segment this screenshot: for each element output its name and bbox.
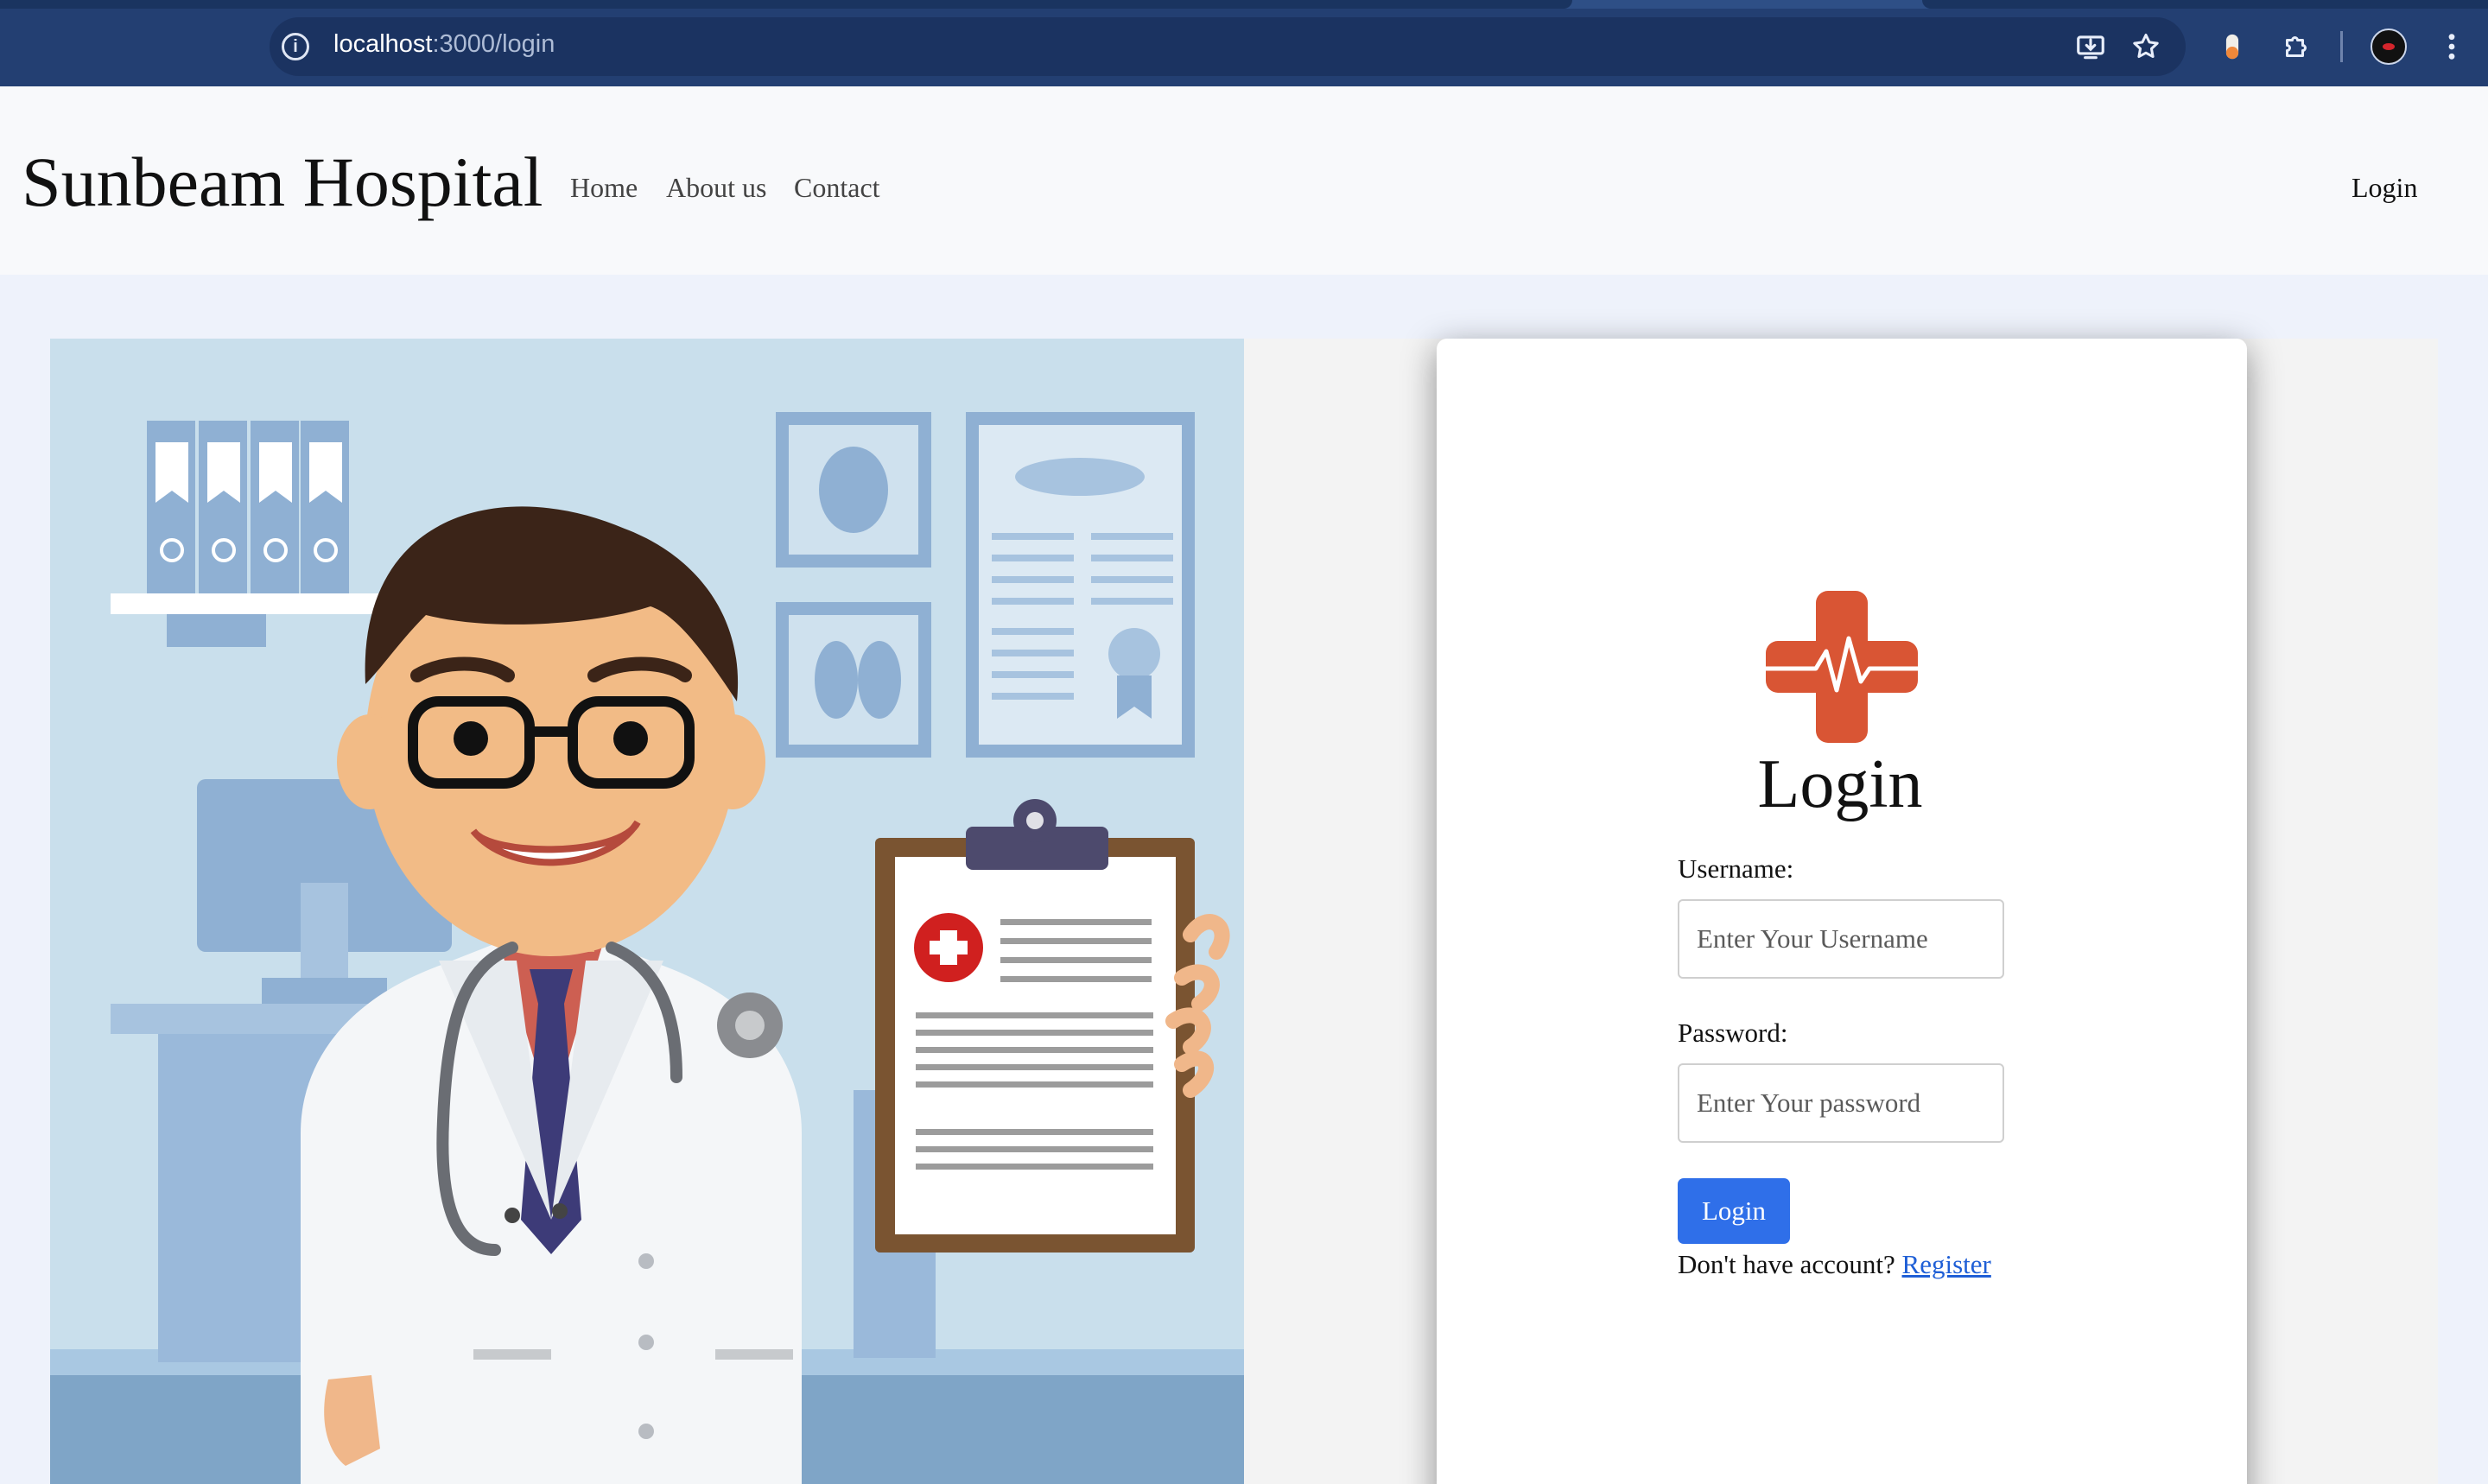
browser-tab[interactable] — [1922, 0, 2488, 9]
brand-title[interactable]: Sunbeam Hospital — [22, 147, 543, 218]
extension-pill-icon[interactable] — [2212, 26, 2253, 67]
medical-cross-heartbeat-icon — [1763, 591, 1929, 743]
username-input[interactable] — [1678, 899, 2004, 979]
more-menu-icon[interactable] — [2431, 26, 2472, 67]
nav-link-contact[interactable]: Contact — [794, 172, 880, 204]
address-bar[interactable] — [270, 17, 2186, 76]
password-input[interactable] — [1678, 1063, 2004, 1143]
nav-link-about[interactable]: About us — [666, 172, 766, 204]
register-link[interactable]: Register — [1902, 1249, 1991, 1279]
password-label: Password: — [1678, 1018, 1788, 1048]
bookmark-star-icon[interactable] — [2125, 26, 2167, 67]
address-url[interactable]: localhost:3000/login — [333, 30, 555, 59]
extensions-puzzle-icon[interactable] — [2275, 26, 2317, 67]
login-title: Login — [1757, 746, 1923, 822]
browser-tab[interactable] — [0, 0, 1572, 9]
login-button[interactable]: Login — [1678, 1178, 1790, 1244]
nav-link-home[interactable]: Home — [570, 172, 638, 204]
nav-login-link[interactable]: Login — [2352, 172, 2417, 204]
install-app-icon[interactable] — [2070, 26, 2111, 67]
site-info-icon[interactable]: i — [282, 33, 309, 60]
register-prompt-line: Don't have account? Register — [1678, 1249, 1991, 1280]
doctor-illustration — [50, 339, 1244, 1484]
register-prompt: Don't have account? — [1678, 1249, 1895, 1279]
username-label: Username: — [1678, 853, 1794, 884]
profile-avatar[interactable] — [2371, 29, 2407, 65]
toolbar-divider — [2340, 31, 2343, 62]
